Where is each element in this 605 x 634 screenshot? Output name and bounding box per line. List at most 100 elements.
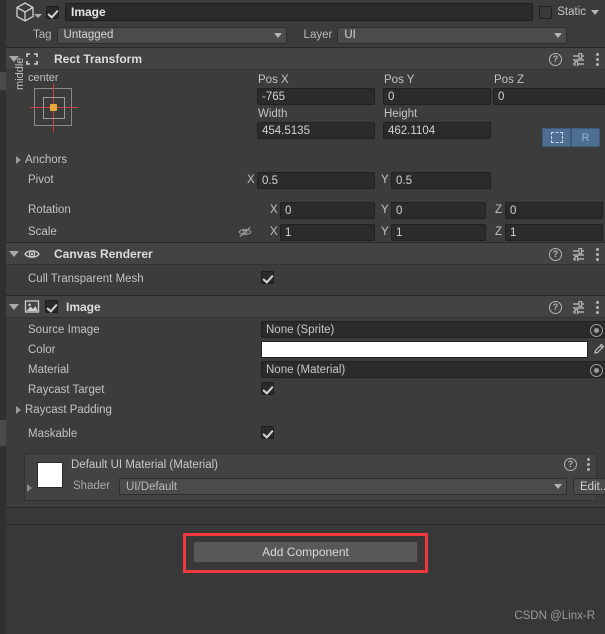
help-icon[interactable]: ? [549,52,562,66]
more-options-icon[interactable] [596,247,599,261]
source-image-picker-icon[interactable] [590,324,603,337]
pos-y-value: 0 [388,90,395,103]
rotation-y-value: 0 [396,204,403,217]
scale-y-input[interactable]: 1 [391,224,486,241]
layer-value: UI [344,29,356,41]
material-label: Material [28,364,69,376]
rect-transform-mode-buttons: R [542,128,600,147]
image-component-body: Source Image None (Sprite) Color Materia… [6,318,605,448]
raycast-padding-foldout-icon[interactable] [16,406,21,414]
height-value: 462.1104 [388,124,436,137]
anchors-label: Anchors [25,154,68,166]
raycast-padding-label-wrap: Raycast Padding [6,404,112,416]
chevron-down-icon [554,484,562,489]
anchors-foldout-icon[interactable] [16,156,21,164]
static-control: Static [539,5,599,19]
preset-settings-icon[interactable] [572,300,586,314]
cube-icon[interactable] [12,0,46,24]
image-component-header[interactable]: Image ? [6,296,605,318]
preset-settings-icon[interactable] [572,247,586,261]
image-enabled-checkbox[interactable] [45,300,58,313]
pivot-y-value: 0.5 [396,174,412,187]
gameobject-name-value: Image [71,5,106,19]
constrain-proportions-off-icon[interactable] [238,226,252,238]
raycast-padding-row[interactable]: Raycast Padding [6,400,605,420]
color-swatch-field[interactable] [261,341,588,358]
add-component-button[interactable]: Add Component [193,541,418,563]
chevron-down-icon [273,32,282,38]
material-picker-icon[interactable] [590,364,603,377]
canvas-renderer-foldout-toggle[interactable] [6,250,22,257]
canvas-renderer-header[interactable]: Canvas Renderer ? [6,243,605,265]
help-icon[interactable]: ? [564,458,577,471]
chevron-down-icon [554,32,563,38]
canvas-renderer-body: Cull Transparent Mesh [6,265,605,295]
shader-edit-button[interactable]: Edit... [573,478,605,495]
pos-x-label: Pos X [258,74,289,86]
raycast-padding-label: Raycast Padding [25,404,112,416]
material-inspector-header-icons: ? [564,458,590,471]
maskable-label: Maskable [28,428,78,440]
anchor-preset-diagram [30,84,78,132]
material-foldout-icon[interactable] [27,484,32,492]
shader-dropdown[interactable]: UI/Default [119,478,567,495]
preset-settings-icon[interactable] [572,52,586,66]
blueprint-mode-button[interactable] [542,128,571,147]
pivot-x-input[interactable]: 0.5 [257,172,375,189]
source-image-object-field[interactable]: None (Sprite) [261,321,605,338]
scale-z-axis-label: Z [495,226,503,238]
rect-transform-body: center middle Pos X Pos Y Pos Z -765 0 0… [6,58,605,242]
gameobject-name-input[interactable]: Image [65,3,534,21]
layer-dropdown[interactable]: UI [337,26,568,44]
unity-inspector-panel: Image Static Tag Untagged Layer UI Rect … [0,0,605,634]
color-label: Color [28,344,56,356]
pos-x-input[interactable]: -765 [257,88,375,105]
pos-z-input[interactable]: 0 [493,88,605,105]
material-object-field[interactable]: None (Material) [261,361,605,378]
rotation-x-input[interactable]: 0 [280,202,375,219]
rect-transform-header[interactable]: Rect Transform ? [6,48,605,70]
scale-y-value: 1 [396,226,403,239]
maskable-row: Maskable [6,424,605,444]
raw-edit-label: R [581,131,590,144]
static-dropdown-chevron-down-icon[interactable] [591,9,599,15]
help-icon[interactable]: ? [549,300,562,314]
help-icon[interactable]: ? [549,247,562,261]
layer-label: Layer [303,29,333,41]
rotation-z-axis-label: Z [495,204,503,216]
shader-label: Shader [73,480,111,492]
anchors-row[interactable]: Anchors [6,150,605,170]
scale-x-value: 1 [285,226,292,239]
pivot-marker [50,104,57,111]
pos-y-label: Pos Y [384,74,415,86]
tag-dropdown[interactable]: Untagged [56,26,287,44]
raw-edit-mode-button[interactable]: R [571,128,600,147]
rotation-y-input[interactable]: 0 [391,202,486,219]
eyedropper-icon[interactable] [590,341,605,358]
gameobject-enabled-checkbox[interactable] [46,5,59,19]
add-component-label: Add Component [262,545,349,559]
component-rect-transform: Rect Transform ? center middle Pos X Pos… [6,48,605,243]
pivot-y-input[interactable]: 0.5 [391,172,491,189]
maskable-checkbox[interactable] [261,426,274,439]
anchor-vertical-label: middle [14,57,26,90]
scale-x-input[interactable]: 1 [280,224,375,241]
material-preview-swatch [37,462,63,488]
raycast-target-checkbox[interactable] [261,382,274,395]
width-input[interactable]: 454.5135 [257,122,375,139]
image-foldout-toggle[interactable] [6,303,22,310]
height-label: Height [384,108,418,120]
scale-z-input[interactable]: 1 [505,224,603,241]
rotation-z-input[interactable]: 0 [505,202,603,219]
pos-y-input[interactable]: 0 [383,88,491,105]
anchors-label-wrap: Anchors [6,154,67,166]
cull-transparent-mesh-checkbox[interactable] [261,271,274,284]
more-options-icon[interactable] [596,52,599,66]
more-options-icon[interactable] [596,300,599,314]
image-component-title: Image [66,299,101,314]
static-checkbox[interactable] [539,5,553,19]
pivot-label: Pivot [28,174,54,186]
rect-transform-header-icons: ? [549,48,599,70]
more-options-icon[interactable] [587,458,590,471]
height-input[interactable]: 462.1104 [383,122,491,139]
